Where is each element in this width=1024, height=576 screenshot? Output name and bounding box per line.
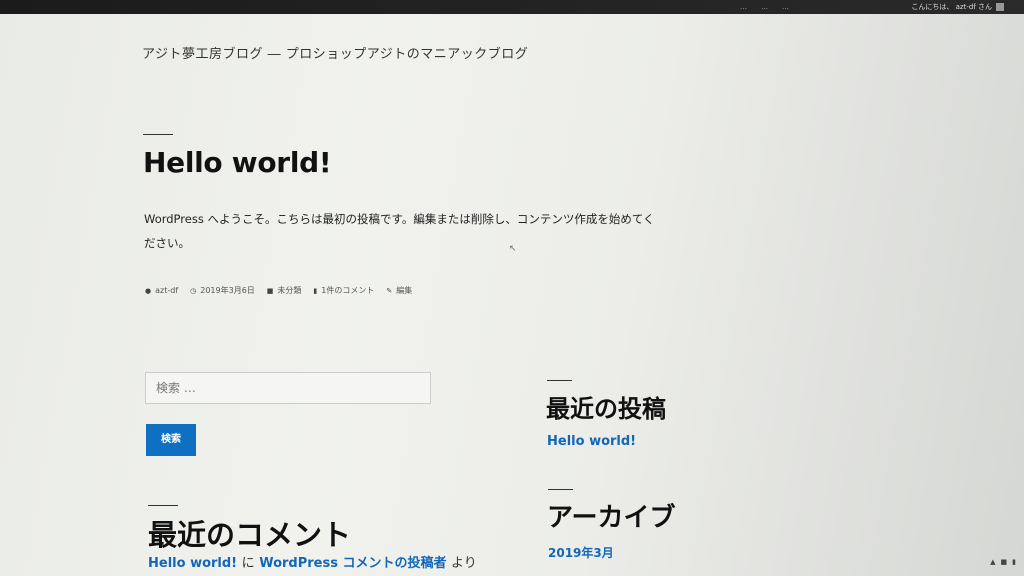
recent-comment-item: Hello world! に WordPress コメントの投稿者 より (148, 552, 477, 571)
post-author[interactable]: ● azt-df (145, 285, 178, 296)
admin-bar: … … … こんにちは、 azt-df さん (0, 0, 1024, 14)
recent-comment-author-link[interactable]: WordPress コメントの投稿者 (259, 556, 446, 571)
admin-bar-tab[interactable]: … (761, 0, 768, 14)
post-date-label: 2019年3月6日 (200, 286, 255, 295)
search-button[interactable]: 検索 (146, 424, 196, 456)
recent-comment-on: に (241, 556, 255, 571)
archive-link[interactable]: 2019年3月 (548, 544, 614, 561)
comment-icon: ▮ (313, 286, 318, 295)
network-icon[interactable]: ▲ (990, 558, 995, 566)
search-input[interactable]: 検索 … (145, 372, 431, 404)
archives-title: アーカイブ (547, 503, 676, 533)
post-title-divider (143, 134, 173, 135)
post-edit[interactable]: ✎ 編集 (386, 285, 412, 296)
post-date[interactable]: ◷ 2019年3月6日 (190, 285, 255, 296)
admin-bar-account[interactable]: こんにちは、 azt-df さん (911, 0, 1004, 14)
recent-comment-by: より (451, 556, 477, 571)
admin-bar-tab[interactable]: … (782, 0, 789, 14)
post-category-label: 未分類 (277, 286, 302, 295)
recent-posts-divider (547, 380, 572, 381)
clock-icon: ◷ (190, 286, 197, 295)
post-comments-label: 1件のコメント (321, 286, 375, 295)
folder-icon: ■ (266, 286, 274, 295)
post-author-label: azt-df (155, 286, 179, 295)
system-tray: ▲ ■ ▮ (990, 558, 1016, 566)
pencil-icon: ✎ (386, 286, 393, 295)
admin-bar-tabs: … … … (740, 0, 789, 14)
avatar[interactable] (996, 3, 1004, 11)
post-comments[interactable]: ▮ 1件のコメント (313, 285, 374, 296)
recent-comments-divider (148, 505, 178, 506)
user-icon: ● (145, 286, 152, 295)
post-title[interactable]: Hello world! (143, 146, 332, 179)
admin-bar-tab[interactable]: … (740, 0, 747, 14)
recent-comment-post-link[interactable]: Hello world! (148, 556, 237, 571)
notification-icon[interactable]: ▮ (1012, 558, 1016, 566)
archives-divider (548, 489, 573, 490)
recent-posts-title: 最近の投稿 (546, 395, 666, 423)
mouse-cursor-icon: ↖ (509, 244, 517, 254)
recent-comments-title: 最近のコメント (148, 518, 352, 552)
post-meta: ● azt-df ◷ 2019年3月6日 ■ 未分類 ▮ 1件のコメント ✎ 編… (145, 285, 412, 296)
recent-post-link[interactable]: Hello world! (547, 434, 636, 449)
volume-icon[interactable]: ■ (1001, 558, 1008, 566)
post-content: WordPress へようこそ。こちらは最初の投稿です。編集または削除し、コンテ… (144, 212, 655, 250)
site-title[interactable]: アジト夢工房ブログ ― プロショップアジトのマニアックブログ (142, 43, 528, 62)
post-edit-label: 編集 (396, 286, 413, 295)
browser-viewport: … … … こんにちは、 azt-df さん アジト夢工房ブログ ― プロショッ… (0, 0, 1024, 576)
greeting-text: こんにちは、 azt-df さん (911, 3, 992, 11)
post-category[interactable]: ■ 未分類 (267, 285, 302, 296)
